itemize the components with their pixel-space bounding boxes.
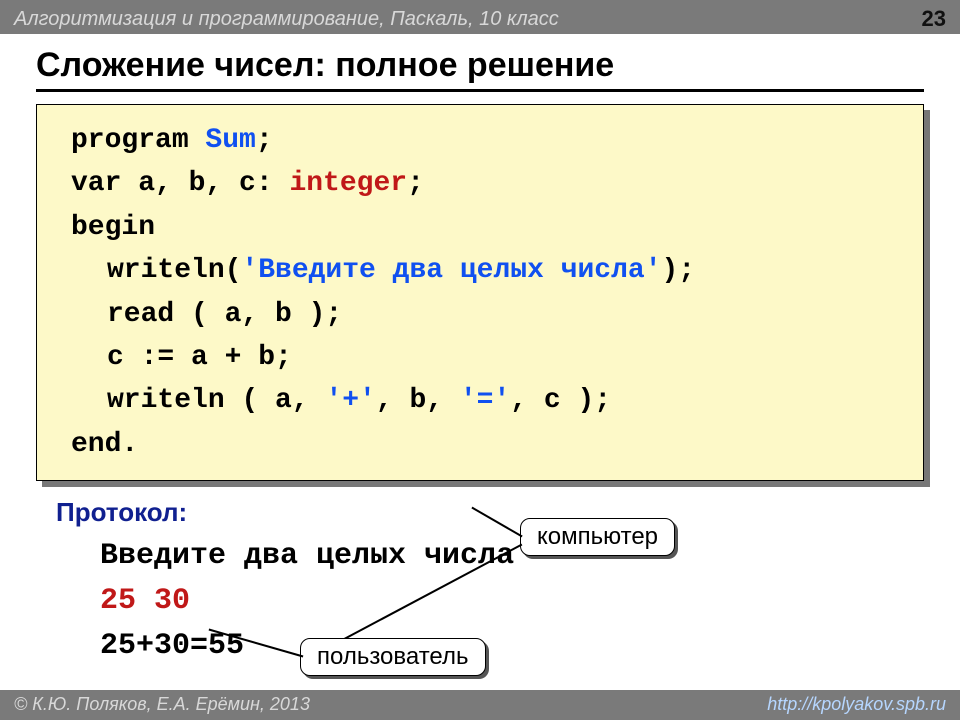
callout-user: пользователь [300,638,486,676]
code-line: writeln ( a, '+', b, '=', c ); [71,379,903,422]
header-bar: Алгоритмизация и программирование, Паска… [0,0,960,34]
callout-computer: компьютер [520,518,675,556]
code-line: end. [71,423,903,466]
code-line: program Sum; [71,119,903,162]
code-line: var a, b, c: integer; [71,162,903,205]
protocol-line: 25+30=55 [100,624,960,669]
copyright: © К.Ю. Поляков, Е.А. Ерёмин, 2013 [14,694,310,720]
protocol-line-input: 25 30 [100,579,960,624]
code-line: c := a + b; [71,336,903,379]
footer-url: http://kpolyakov.spb.ru [767,694,946,720]
code-line: begin [71,206,903,249]
code-line: read ( a, b ); [71,293,903,336]
page-number: 23 [922,6,946,32]
protocol-label: Протокол: [56,497,960,528]
code-panel: program Sum; var a, b, c: integer; begin… [36,104,924,481]
course-title: Алгоритмизация и программирование, Паска… [14,8,559,31]
slide-title: Сложение чисел: полное решение [0,34,960,89]
footer-bar: © К.Ю. Поляков, Е.А. Ерёмин, 2013 http:/… [0,690,960,720]
title-rule [36,89,924,92]
code-listing: program Sum; var a, b, c: integer; begin… [36,104,924,481]
code-line: writeln('Введите два целых числа'); [71,249,903,292]
